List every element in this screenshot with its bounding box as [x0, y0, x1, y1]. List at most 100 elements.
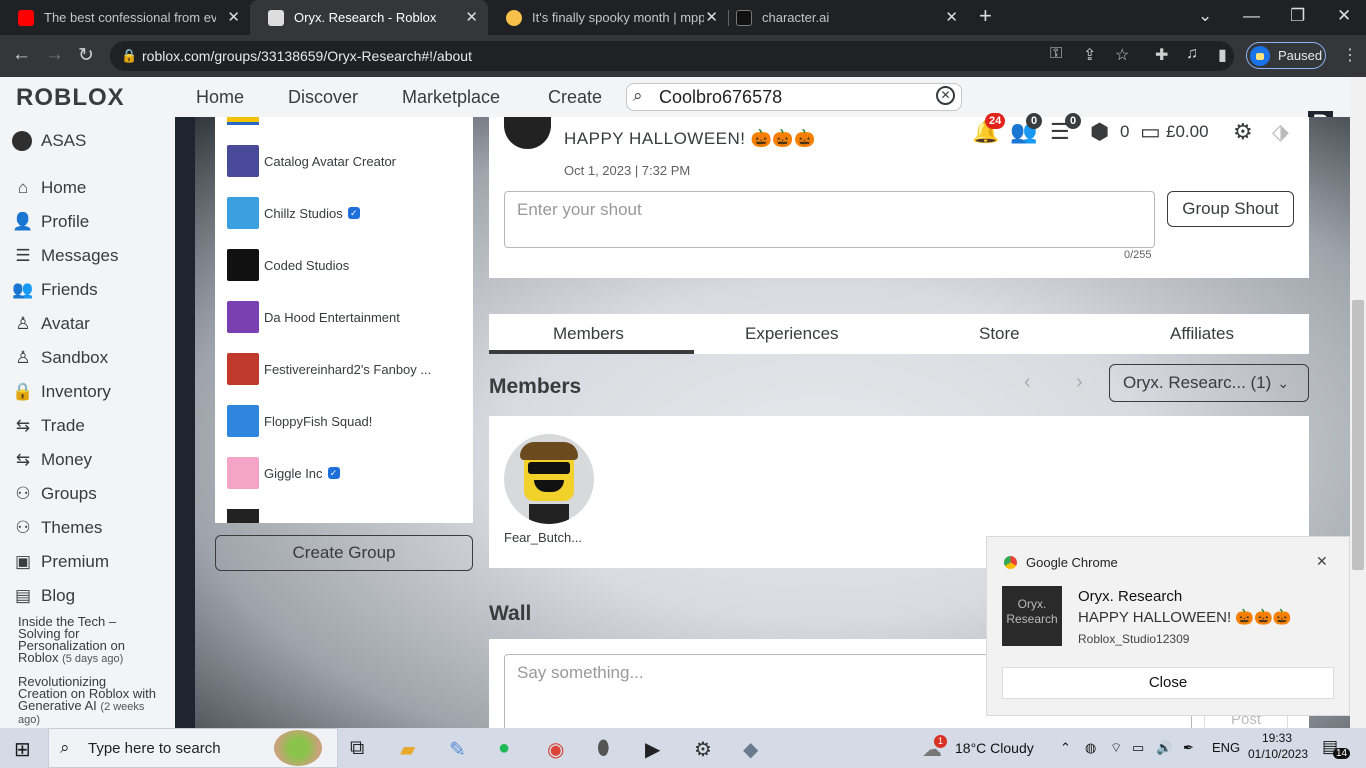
browser-tab-active[interactable]: Oryx. Research - Roblox ✕	[250, 0, 488, 35]
sidebar-item-sandbox[interactable]: ♙ Sandbox	[12, 348, 108, 368]
shout-input[interactable]: Enter your shout	[504, 191, 1155, 248]
forward-icon[interactable]: →	[45, 44, 64, 66]
create-group-button[interactable]: Create Group	[215, 535, 473, 571]
task-view-icon[interactable]: ⧉	[350, 737, 364, 760]
close-tab-icon[interactable]: ✕	[705, 8, 718, 26]
group-shout-button[interactable]: Group Shout	[1167, 191, 1294, 227]
battery-icon[interactable]: ▭	[1132, 740, 1144, 756]
taskbar-search-placeholder[interactable]: Type here to search	[88, 740, 221, 757]
sidebar-item-themes[interactable]: ⚇ Themes	[12, 518, 102, 538]
group-list-item[interactable]: Festivereinhard2's Fanboy ...	[227, 353, 431, 385]
browser-tab[interactable]: character.ai ✕	[718, 0, 968, 35]
chrome-taskbar-icon[interactable]: ◉	[547, 737, 564, 762]
blog-post[interactable]: Inside the Tech – Solving for Personaliz…	[18, 615, 158, 665]
settings-gear-icon[interactable]: ⚙	[1233, 119, 1253, 145]
windows-start-icon[interactable]: ⊞	[14, 737, 31, 762]
group-list[interactable]: Catalog Avatar Creator Chillz Studios ✓ Cod…	[215, 117, 473, 523]
robux-icon[interactable]: ⬢	[1090, 119, 1109, 145]
close-tab-icon[interactable]: ✕	[945, 8, 958, 26]
tray-expand-icon[interactable]: ⌃	[1060, 740, 1071, 756]
sidebar-item-profile[interactable]: 👤 Profile	[12, 212, 89, 232]
media-control-icon[interactable]: ♫	[1186, 45, 1198, 63]
tab-search-chevron-icon[interactable]: ⌄	[1198, 6, 1212, 26]
share-icon[interactable]: ⇪	[1083, 45, 1096, 65]
lock-icon[interactable]: 🔒	[121, 48, 137, 64]
sidebar-item-messages[interactable]: ☰ Messages	[12, 246, 118, 266]
group-list-item[interactable]: FloppyFish Squad!	[227, 405, 372, 437]
group-thumbnail[interactable]	[227, 509, 259, 523]
media-player-icon[interactable]: ▶	[645, 737, 660, 762]
sidebar-item-inventory[interactable]: 🔒 Inventory	[12, 382, 111, 402]
file-explorer-icon[interactable]: ▰	[400, 737, 415, 762]
tab-members[interactable]: Members	[553, 324, 624, 344]
wallet-icon[interactable]: ▭	[1140, 119, 1161, 145]
sidebar-item-blog[interactable]: ▤ Blog	[12, 586, 75, 606]
paint-icon[interactable]: ✎	[449, 737, 466, 762]
sidebar-item-premium[interactable]: ▣ Premium	[12, 552, 109, 572]
scrollbar-thumb[interactable]	[1352, 300, 1364, 570]
member-name[interactable]: Fear_Butch...	[504, 530, 582, 545]
nav-create[interactable]: Create	[548, 87, 602, 108]
group-thumbnail[interactable]	[227, 117, 259, 125]
member-avatar[interactable]	[504, 434, 594, 524]
clear-search-icon[interactable]: ✕	[936, 86, 955, 105]
key-icon[interactable]: ⚿	[1050, 45, 1062, 63]
browser-tab[interactable]: The best confessional from every ✕	[0, 0, 250, 35]
settings-taskbar-icon[interactable]: ⚙	[694, 737, 712, 762]
notification-dismiss-icon[interactable]: ✕	[1316, 553, 1328, 570]
restore-icon[interactable]: ❐	[1290, 6, 1305, 26]
search-value[interactable]: Coolbro676578	[659, 87, 782, 108]
window-close-icon[interactable]: ✕	[1337, 6, 1351, 26]
meet-icon[interactable]: ◍	[1085, 740, 1096, 756]
tab-store[interactable]: Store	[979, 324, 1020, 344]
group-list-item[interactable]: Da Hood Entertainment	[227, 301, 400, 333]
group-list-item[interactable]: Coded Studios	[227, 249, 349, 281]
url-text[interactable]: roblox.com/groups/33138659/Oryx-Research…	[142, 48, 472, 64]
wifi-icon[interactable]: ⌔	[1110, 740, 1122, 756]
sidebar-item-groups[interactable]: ⚇ Groups	[12, 484, 96, 504]
prev-page-icon[interactable]: ‹	[1024, 371, 1031, 394]
minimize-icon[interactable]: —	[1243, 6, 1260, 26]
clock-time[interactable]: 19:33	[1262, 731, 1292, 745]
bookmark-star-icon[interactable]: ☆	[1115, 45, 1129, 65]
close-tab-icon[interactable]: ✕	[227, 8, 240, 26]
sidebar-item-avatar[interactable]: ♙ Avatar	[12, 314, 89, 334]
sidebar-item-trade[interactable]: ⇆ Trade	[12, 416, 85, 436]
next-page-icon[interactable]: ›	[1076, 371, 1083, 394]
notification-close-button[interactable]: Close	[1002, 667, 1334, 699]
group-list-item[interactable]: Catalog Avatar Creator	[227, 145, 396, 177]
reload-icon[interactable]: ↻	[78, 44, 94, 67]
extension-icon[interactable]: ⬗	[1272, 119, 1289, 145]
weather-text[interactable]: 18°C Cloudy	[955, 740, 1034, 756]
side-panel-icon[interactable]: ▮	[1218, 45, 1227, 65]
nav-discover[interactable]: Discover	[288, 87, 358, 108]
sidebar-item-friends[interactable]: 👥 Friends	[12, 280, 97, 300]
group-list-item[interactable]: Giggle Inc ✓	[227, 457, 340, 489]
nav-marketplace[interactable]: Marketplace	[402, 87, 500, 108]
roblox-logo[interactable]: RΟBLOX	[16, 84, 125, 112]
role-select[interactable]: Oryx. Researc... (1) ⌄	[1109, 364, 1309, 402]
clock-date[interactable]: 01/10/2023	[1248, 747, 1308, 761]
robux-amount[interactable]: 0	[1120, 122, 1129, 142]
blog-post[interactable]: Revolutionizing Creation on Roblox with …	[18, 675, 158, 726]
back-icon[interactable]: ←	[12, 44, 31, 66]
tab-affiliates[interactable]: Affiliates	[1170, 324, 1234, 344]
wallet-balance[interactable]: £0.00	[1166, 122, 1209, 142]
browser-menu-icon[interactable]: ⋮	[1342, 45, 1358, 65]
volume-icon[interactable]: 🔊	[1156, 740, 1172, 756]
close-tab-icon[interactable]: ✕	[465, 8, 478, 26]
profile-button[interactable]: Paused	[1246, 42, 1326, 69]
sidebar-user[interactable]: ASAS	[12, 131, 86, 151]
sidebar-item-home[interactable]: ⌂ Home	[12, 178, 87, 198]
extensions-icon[interactable]: ✚	[1155, 45, 1168, 65]
new-tab-icon[interactable]: +	[979, 3, 992, 29]
tab-experiences[interactable]: Experiences	[745, 324, 839, 344]
pen-icon[interactable]: ✒	[1183, 740, 1194, 756]
language-indicator[interactable]: ENG	[1212, 740, 1240, 755]
nav-home[interactable]: Home	[196, 87, 244, 108]
mouse-icon[interactable]: ⬮	[597, 737, 610, 760]
browser-tab[interactable]: It's finally spooky month | mpp.c ✕	[488, 0, 728, 35]
spotify-icon[interactable]: ●	[498, 737, 510, 760]
sidebar-item-money[interactable]: ⇆ Money	[12, 450, 92, 470]
roblox-taskbar-icon[interactable]: ◆	[743, 737, 758, 762]
